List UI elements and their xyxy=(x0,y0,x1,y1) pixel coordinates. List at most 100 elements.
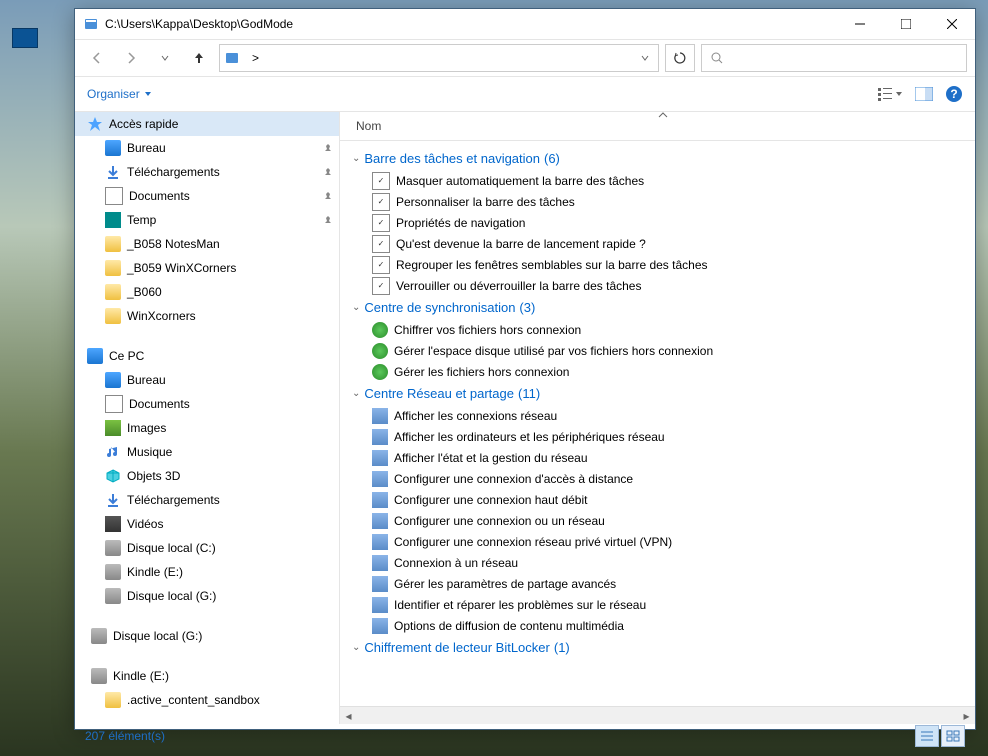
sidebar-item[interactable]: Objets 3D xyxy=(75,464,339,488)
maximize-button[interactable] xyxy=(883,9,929,39)
refresh-button[interactable] xyxy=(665,44,695,72)
list-item[interactable]: Afficher l'état et la gestion du réseau xyxy=(344,447,975,468)
search-box[interactable] xyxy=(701,44,967,72)
nav-row: > xyxy=(75,40,975,76)
address-bar[interactable]: > xyxy=(219,44,659,72)
list-item[interactable]: Gérer les fichiers hors connexion xyxy=(344,361,975,382)
sidebar-item[interactable]: Temp xyxy=(75,208,339,232)
up-button[interactable] xyxy=(185,44,213,72)
list-item[interactable]: Gérer l'espace disque utilisé par vos fi… xyxy=(344,340,975,361)
list-item[interactable]: ✓Verrouiller ou déverrouiller la barre d… xyxy=(344,275,975,296)
horizontal-scrollbar[interactable]: ◂ ▸ xyxy=(340,706,975,724)
items-list[interactable]: ⌄Barre des tâches et navigation (6)✓Masq… xyxy=(340,141,975,706)
network-icon xyxy=(372,555,388,571)
search-icon xyxy=(710,51,724,65)
list-item[interactable]: ✓Masquer automatiquement la barre des tâ… xyxy=(344,170,975,191)
sidebar-item[interactable]: Documents xyxy=(75,184,339,208)
close-button[interactable] xyxy=(929,9,975,39)
sidebar-this-pc[interactable]: Ce PC xyxy=(75,344,339,368)
sidebar-item[interactable]: Disque local (G:) xyxy=(75,624,339,648)
location-icon xyxy=(224,50,240,66)
network-icon xyxy=(372,534,388,550)
taskbar-icon: ✓ xyxy=(372,235,390,253)
sidebar-quick-access[interactable]: Accès rapide xyxy=(75,112,339,136)
folder-icon xyxy=(105,308,121,324)
navigation-pane[interactable]: Accès rapide BureauTéléchargementsDocume… xyxy=(75,112,340,724)
document-icon xyxy=(105,395,123,413)
group-header[interactable]: ⌄Chiffrement de lecteur BitLocker (1) xyxy=(344,636,975,659)
folder-icon xyxy=(105,212,121,228)
sidebar-item[interactable]: Disque local (G:) xyxy=(75,584,339,608)
path-segment[interactable]: > xyxy=(252,51,259,65)
folder-icon xyxy=(105,236,121,252)
preview-pane-button[interactable] xyxy=(915,87,933,101)
pc-icon xyxy=(87,348,103,364)
list-item[interactable]: Configurer une connexion d'accès à dista… xyxy=(344,468,975,489)
sidebar-item[interactable]: Bureau xyxy=(75,136,339,160)
sidebar-item[interactable]: Vidéos xyxy=(75,512,339,536)
list-item[interactable]: ✓Regrouper les fenêtres semblables sur l… xyxy=(344,254,975,275)
chevron-down-icon: ⌄ xyxy=(352,642,360,653)
thumbnails-view-button[interactable] xyxy=(941,725,965,747)
list-item[interactable]: Afficher les ordinateurs et les périphér… xyxy=(344,426,975,447)
drive-icon xyxy=(105,540,121,556)
download-icon xyxy=(105,164,121,180)
recent-dropdown[interactable] xyxy=(151,44,179,72)
help-button[interactable]: ? xyxy=(945,85,963,103)
group-header[interactable]: ⌄Centre de synchronisation (3) xyxy=(344,296,975,319)
column-header-name[interactable]: Nom xyxy=(340,112,975,141)
details-view-button[interactable] xyxy=(915,725,939,747)
drive-icon xyxy=(105,564,121,580)
taskbar-icon: ✓ xyxy=(372,256,390,274)
sidebar-item[interactable]: _B060 xyxy=(75,280,339,304)
address-dropdown[interactable] xyxy=(640,53,650,63)
list-item[interactable]: ✓Personnaliser la barre des tâches xyxy=(344,191,975,212)
list-item[interactable]: Configurer une connexion ou un réseau xyxy=(344,510,975,531)
sidebar-item[interactable]: Documents xyxy=(75,392,339,416)
sidebar-item[interactable]: Bureau xyxy=(75,368,339,392)
document-icon xyxy=(105,187,123,205)
list-item[interactable]: ✓Propriétés de navigation xyxy=(344,212,975,233)
list-item[interactable]: ✓Qu'est devenue la barre de lancement ra… xyxy=(344,233,975,254)
list-item[interactable]: Configurer une connexion réseau privé vi… xyxy=(344,531,975,552)
list-item[interactable]: Configurer une connexion haut débit xyxy=(344,489,975,510)
list-item[interactable]: Afficher les connexions réseau xyxy=(344,405,975,426)
sidebar-item[interactable]: Images xyxy=(75,416,339,440)
sidebar-item[interactable]: WinXcorners xyxy=(75,304,339,328)
videos-icon xyxy=(105,516,121,532)
scroll-left-button[interactable]: ◂ xyxy=(340,707,357,724)
sidebar-item[interactable]: Kindle (E:) xyxy=(75,664,339,688)
sidebar-item[interactable]: Kindle (E:) xyxy=(75,560,339,584)
taskbar-icon: ✓ xyxy=(372,214,390,232)
taskbar-app-icon[interactable] xyxy=(12,28,38,48)
taskbar-icon: ✓ xyxy=(372,193,390,211)
forward-button[interactable] xyxy=(117,44,145,72)
sidebar-item[interactable]: Téléchargements xyxy=(75,488,339,512)
list-item[interactable]: Chiffrer vos fichiers hors connexion xyxy=(344,319,975,340)
organiser-menu[interactable]: Organiser xyxy=(87,87,152,101)
list-item[interactable]: Options de diffusion de contenu multiméd… xyxy=(344,615,975,636)
list-item[interactable]: Connexion à un réseau xyxy=(344,552,975,573)
list-item[interactable]: Identifier et réparer les problèmes sur … xyxy=(344,594,975,615)
sidebar-item[interactable]: Téléchargements xyxy=(75,160,339,184)
star-icon xyxy=(87,116,103,132)
back-button[interactable] xyxy=(83,44,111,72)
command-bar: Organiser ? xyxy=(75,76,975,112)
sidebar-item[interactable]: .active_content_sandbox xyxy=(75,688,339,712)
sidebar-item[interactable]: Musique xyxy=(75,440,339,464)
network-icon xyxy=(372,429,388,445)
sidebar-item[interactable]: Disque local (C:) xyxy=(75,536,339,560)
group-header[interactable]: ⌄Centre Réseau et partage (11) xyxy=(344,382,975,405)
content-pane: Nom ⌄Barre des tâches et navigation (6)✓… xyxy=(340,112,975,724)
pin-icon xyxy=(323,215,333,225)
sidebar-item[interactable]: _B059 WinXCorners xyxy=(75,256,339,280)
sidebar-item[interactable]: _B058 NotesMan xyxy=(75,232,339,256)
group-header[interactable]: ⌄Barre des tâches et navigation (6) xyxy=(344,147,975,170)
list-item[interactable]: Gérer les paramètres de partage avancés xyxy=(344,573,975,594)
view-options-button[interactable] xyxy=(877,87,903,101)
sync-icon xyxy=(372,343,388,359)
scroll-right-button[interactable]: ▸ xyxy=(958,707,975,724)
chevron-down-icon: ⌄ xyxy=(352,153,360,164)
chevron-down-icon: ⌄ xyxy=(352,302,360,313)
minimize-button[interactable] xyxy=(837,9,883,39)
